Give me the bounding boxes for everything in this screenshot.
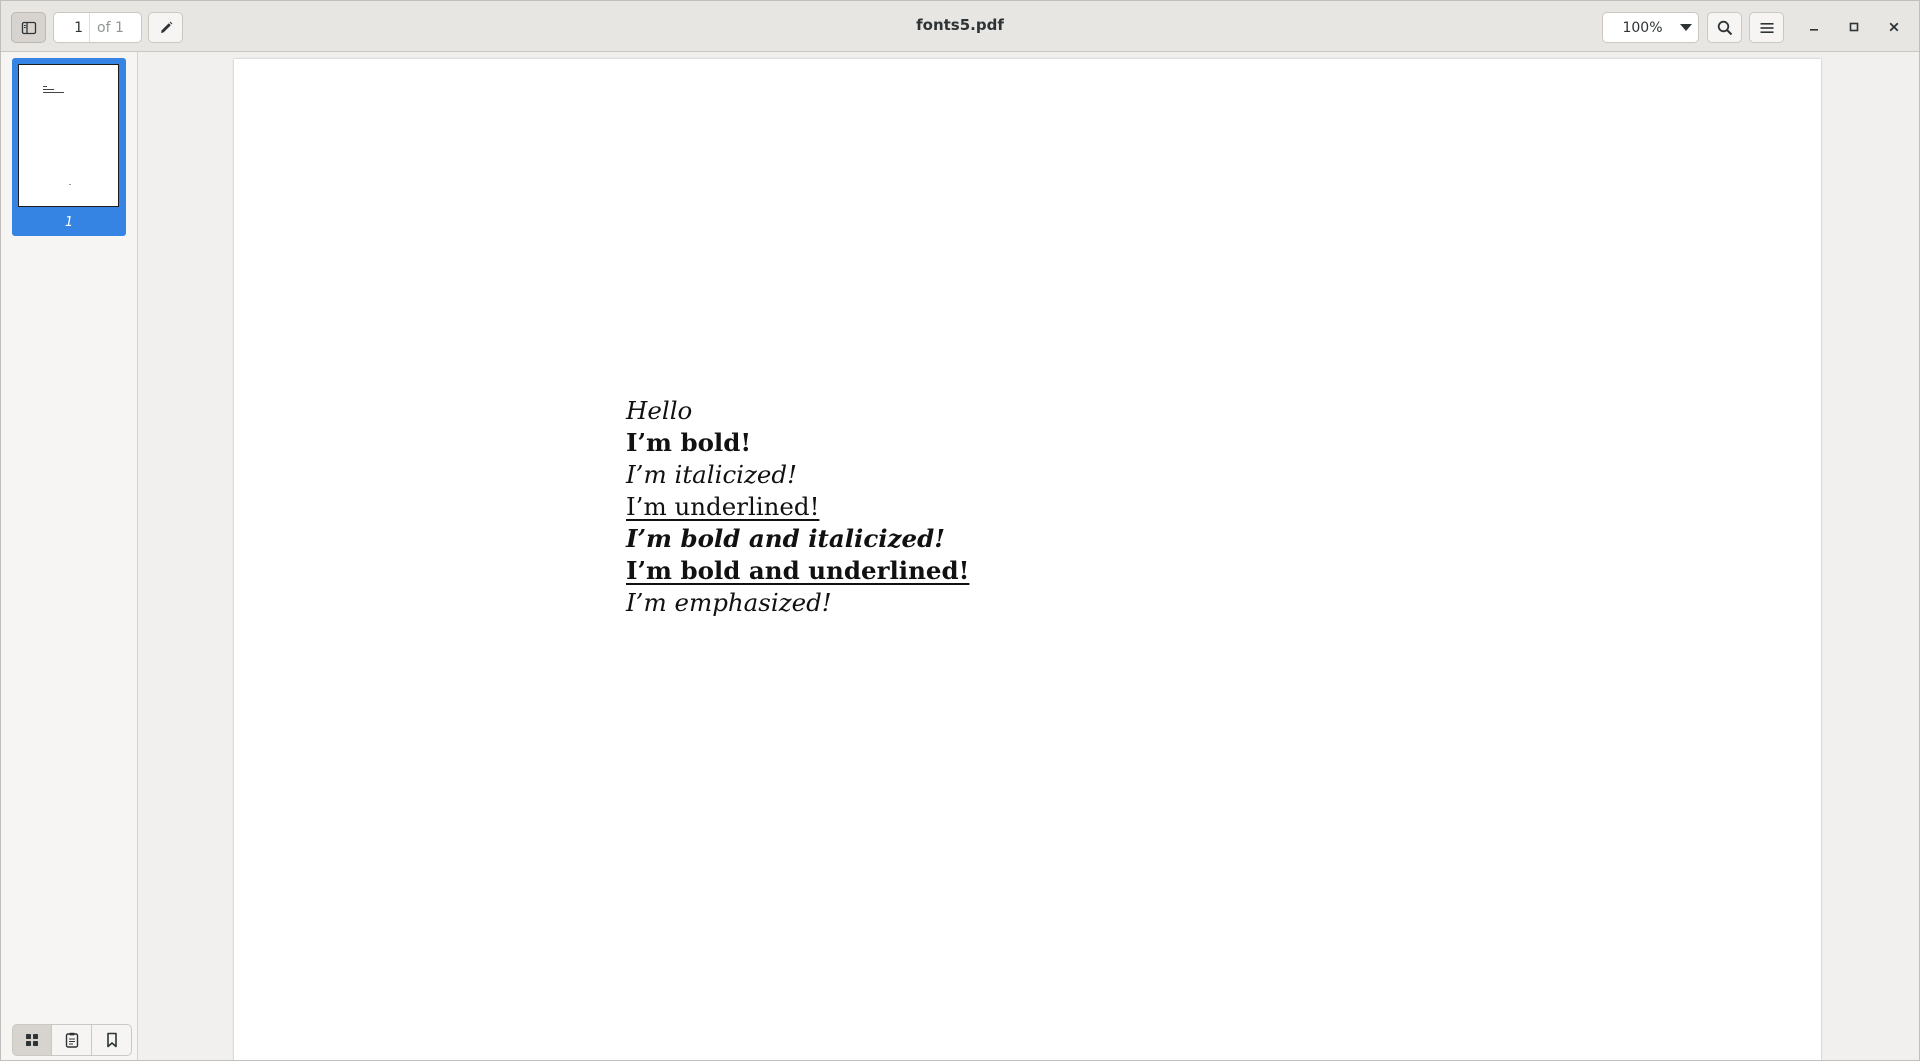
text-line-bold-underlined: I’m bold and underlined! bbox=[626, 556, 970, 585]
hamburger-menu-icon bbox=[1760, 22, 1773, 33]
text-line-underlined: I’m underlined! bbox=[626, 492, 820, 521]
document-view[interactable]: Hello I’m bold! I’m italicized! I’m unde… bbox=[138, 52, 1919, 1060]
zoom-selector[interactable]: 100% bbox=[1602, 12, 1699, 43]
text-line-emphasized: I’m emphasized! bbox=[626, 588, 832, 617]
document-icon bbox=[65, 1032, 78, 1048]
thumbnail-page-number: 1 bbox=[64, 215, 74, 230]
sidebar-view-switcher bbox=[12, 1024, 132, 1056]
main-menu-button[interactable] bbox=[1749, 12, 1784, 43]
bookmark-icon bbox=[106, 1032, 117, 1048]
zoom-level: 100% bbox=[1622, 19, 1663, 36]
tab-outline[interactable] bbox=[52, 1024, 92, 1056]
text-line-italic: I’m italicized! bbox=[626, 460, 797, 489]
maximize-button[interactable] bbox=[1841, 14, 1867, 40]
page-number-entry[interactable]: 1 of 1 bbox=[53, 12, 142, 43]
grid-icon bbox=[26, 1034, 38, 1046]
minimize-button[interactable] bbox=[1801, 14, 1827, 40]
maximize-icon bbox=[1849, 22, 1859, 32]
sidebar-icon bbox=[21, 21, 36, 34]
chevron-down-icon bbox=[1674, 23, 1698, 32]
close-button[interactable] bbox=[1881, 14, 1907, 40]
page-total-label: of 1 bbox=[97, 19, 124, 36]
tab-bookmarks[interactable] bbox=[92, 1024, 132, 1056]
minimize-icon bbox=[1810, 29, 1818, 31]
sidebar-toggle-button[interactable] bbox=[11, 12, 46, 43]
close-icon bbox=[1889, 22, 1899, 32]
text-line-bold-italic: I’m bold and italicized! bbox=[626, 524, 945, 553]
text-line-hello: Hello bbox=[626, 396, 693, 425]
search-button[interactable] bbox=[1707, 12, 1742, 43]
app-window: 1 of 1 fonts5.pdf 100% 1 Hello I’m bold!… bbox=[0, 0, 1920, 1061]
text-line-bold: I’m bold! bbox=[626, 428, 752, 457]
pdf-page: Hello I’m bold! I’m italicized! I’m unde… bbox=[234, 59, 1821, 1060]
annotate-button[interactable] bbox=[148, 12, 183, 43]
current-page-input[interactable]: 1 bbox=[54, 13, 90, 42]
pencil-icon bbox=[160, 21, 172, 33]
page-text-block: Hello I’m bold! I’m italicized! I’m unde… bbox=[626, 395, 969, 619]
tab-thumbnails[interactable] bbox=[12, 1024, 52, 1056]
thumbnail-preview bbox=[18, 64, 119, 207]
header-bar: 1 of 1 fonts5.pdf 100% bbox=[1, 1, 1919, 52]
page-thumbnail[interactable]: 1 bbox=[12, 58, 126, 236]
search-icon bbox=[1717, 20, 1732, 35]
sidebar: 1 bbox=[1, 52, 138, 1060]
